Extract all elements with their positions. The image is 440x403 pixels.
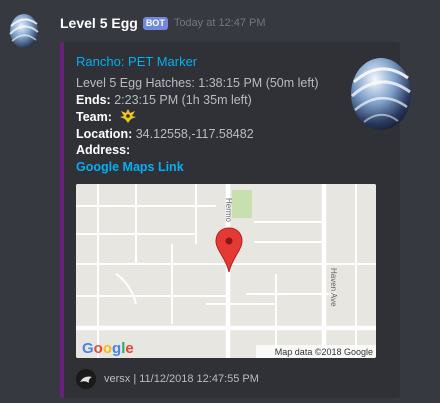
egg-icon [350, 58, 411, 130]
user-avatar-icon [76, 369, 96, 389]
street-label-hermosa: Hermo [224, 198, 233, 223]
bot-badge: BOT [142, 16, 168, 30]
google-maps-link[interactable]: Google Maps Link [76, 159, 336, 176]
team-label: Team: [76, 110, 112, 124]
footer-text: versx | 11/12/2018 12:47:55 PM [104, 373, 259, 385]
bot-avatar[interactable] [4, 10, 44, 50]
map-graphic: Hermo Haven Ave Google Map data ©2018 Go… [76, 184, 376, 358]
team-line: Team: [76, 108, 336, 126]
location-value: 34.12558,-117.58482 [135, 126, 254, 141]
embed-title[interactable]: Rancho: PET Marker [76, 54, 336, 70]
hatch-line: Level 5 Egg Hatches: 1:38:15 PM (50m lef… [76, 76, 319, 90]
egg-icon [4, 10, 44, 50]
map-attribution: Map data ©2018 Google [275, 347, 373, 357]
address-line: Address: [76, 142, 336, 159]
author-name[interactable]: Level 5 Egg [60, 15, 138, 31]
rich-embed: Rancho: PET Marker Level 5 Egg Hatches: … [60, 42, 411, 398]
embed-thumbnail [346, 52, 416, 132]
embed-fields: Rancho: PET Marker Level 5 Egg Hatches: … [76, 54, 336, 175]
instinct-team-icon [120, 109, 137, 123]
street-label-haven: Haven Ave [329, 268, 338, 307]
location-label: Location: [76, 126, 133, 141]
address-label: Address: [76, 143, 131, 157]
location-line: Location: 34.12558,-117.58482 [76, 126, 336, 143]
map-image[interactable]: Hermo Haven Ave Google Map data ©2018 Go… [76, 184, 376, 358]
ends-label: Ends: [76, 92, 111, 107]
ends-value: 2:23:15 PM (1h 35m left) [114, 92, 252, 107]
embed-footer: versx | 11/12/2018 12:47:55 PM [76, 369, 259, 389]
ends-line: Ends: 2:23:15 PM (1h 35m left) [76, 92, 336, 109]
google-logo: Google [82, 340, 134, 357]
message-timestamp: Today at 12:47 PM [173, 17, 266, 29]
message-header: Level 5 Egg BOT Today at 12:47 PM [60, 14, 266, 32]
